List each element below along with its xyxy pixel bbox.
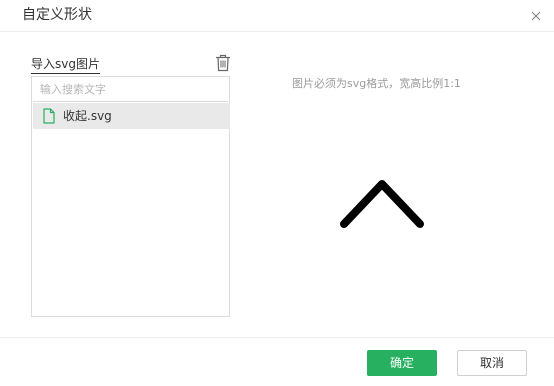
- custom-shape-dialog: 自定义形状 导入svg图片 收起.svg 图片必须为svg格式: [0, 0, 554, 386]
- list-item[interactable]: 收起.svg: [33, 103, 230, 129]
- format-hint: 图片必须为svg格式，宽高比例1:1: [292, 77, 461, 90]
- chevron-up-icon: [340, 180, 424, 228]
- cancel-button[interactable]: 取消: [457, 350, 527, 376]
- svg-file-list-panel: 收起.svg: [31, 76, 230, 317]
- search-input[interactable]: [33, 78, 228, 102]
- shape-preview: [330, 170, 434, 240]
- trash-icon[interactable]: [215, 54, 231, 72]
- import-svg-link[interactable]: 导入svg图片: [31, 56, 100, 74]
- dialog-title: 自定义形状: [22, 7, 92, 23]
- close-icon[interactable]: [526, 6, 546, 26]
- confirm-button[interactable]: 确定: [367, 350, 437, 376]
- list-item-label: 收起.svg: [63, 109, 112, 123]
- file-icon: [43, 108, 55, 124]
- dialog-header: 自定义形状: [0, 0, 554, 32]
